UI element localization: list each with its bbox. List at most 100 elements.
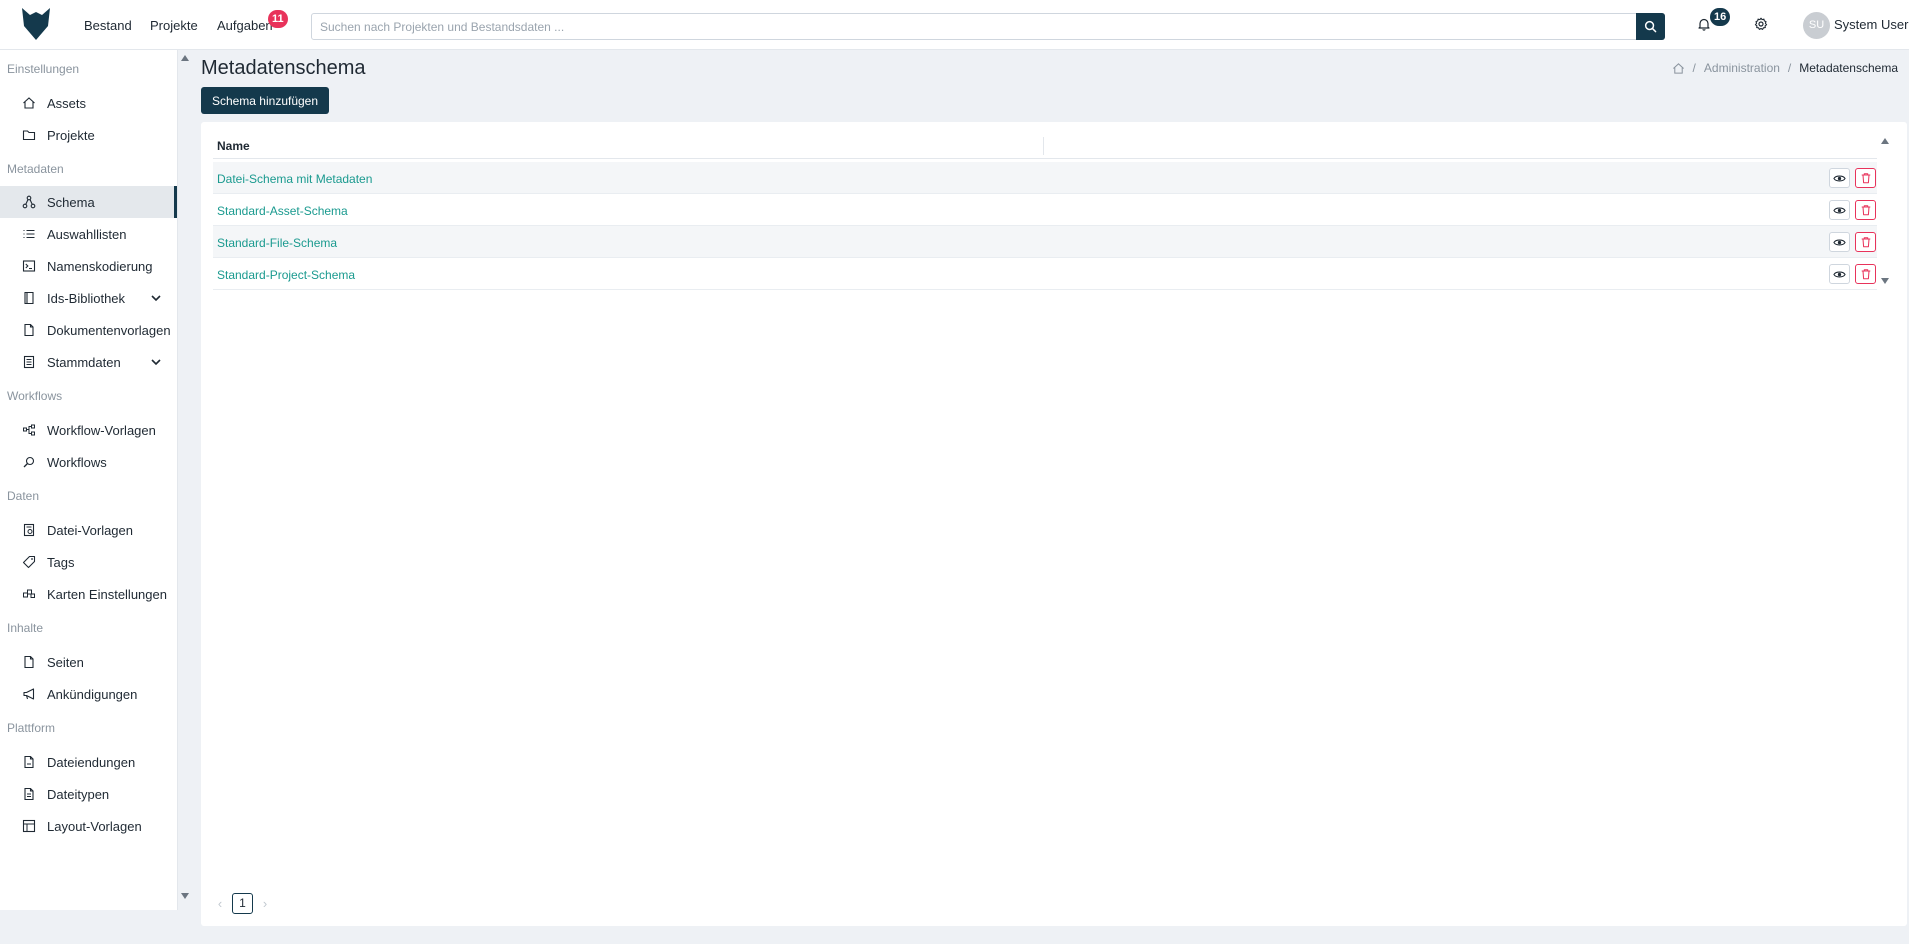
- column-header-name[interactable]: Name: [217, 139, 250, 153]
- sidebar-item-dateiendungen[interactable]: Dateiendungen: [0, 746, 177, 778]
- sidebar-item-label: Auswahllisten: [47, 227, 127, 242]
- table-scroll-up[interactable]: [1881, 138, 1889, 144]
- view-button[interactable]: [1829, 168, 1850, 188]
- settings-button[interactable]: [1751, 14, 1771, 34]
- table-scroll-down[interactable]: [1881, 278, 1889, 284]
- sidebar-item-namenskodierung[interactable]: Namenskodierung: [0, 250, 177, 282]
- database-icon: [23, 355, 35, 369]
- sidebar: Einstellungen Assets Projekte Metadaten …: [0, 50, 189, 910]
- table-row: Standard-Asset-Schema: [213, 194, 1877, 226]
- table-header: Name: [213, 133, 1877, 159]
- schema-link[interactable]: Datei-Schema mit Metadaten: [217, 172, 372, 186]
- chevron-down-icon[interactable]: [149, 355, 163, 369]
- search-bar: [311, 13, 1665, 40]
- file-type-icon: [24, 787, 34, 801]
- table-row: Standard-File-Schema: [213, 226, 1877, 258]
- nav-aufgaben[interactable]: Aufgaben: [217, 18, 273, 33]
- view-button[interactable]: [1829, 200, 1850, 220]
- sidebar-item-dateitypen[interactable]: Dateitypen: [0, 778, 177, 810]
- avatar[interactable]: SU: [1803, 12, 1830, 39]
- schema-link[interactable]: Standard-Project-Schema: [217, 268, 355, 282]
- page-icon: [24, 655, 34, 669]
- sidebar-item-label: Dokumentenvorlagen: [47, 323, 171, 338]
- schema-link[interactable]: Standard-File-Schema: [217, 236, 337, 250]
- sidebar-item-label: Karten Einstellungen: [47, 587, 167, 602]
- eye-icon: [1833, 271, 1846, 277]
- search-input[interactable]: [312, 14, 1636, 39]
- nav-bestand[interactable]: Bestand: [84, 18, 132, 33]
- home-icon: [23, 97, 35, 109]
- table-row: Standard-Project-Schema: [213, 258, 1877, 290]
- column-divider[interactable]: [1043, 137, 1044, 155]
- schema-link[interactable]: Standard-Asset-Schema: [217, 204, 348, 218]
- breadcrumb-separator: /: [1692, 61, 1696, 75]
- user-name[interactable]: System User: [1834, 17, 1908, 32]
- sidebar-item-workflow-vorlagen[interactable]: Workflow-Vorlagen: [0, 414, 177, 446]
- list-icon: [23, 229, 35, 239]
- sidebar-item-ankuendigungen[interactable]: Ankündigungen: [0, 678, 177, 710]
- sidebar-item-assets[interactable]: Assets: [0, 87, 177, 119]
- sidebar-item-label: Projekte: [47, 128, 95, 143]
- sidebar-scroll-down[interactable]: [181, 893, 189, 899]
- sidebar-item-label: Ids-Bibliothek: [47, 291, 126, 306]
- bell-icon: [1698, 18, 1710, 31]
- sidebar-section-inhalte: Inhalte: [7, 621, 44, 635]
- sidebar-item-label: Datei-Vorlagen: [47, 523, 133, 538]
- logo-icon[interactable]: [20, 6, 52, 42]
- trash-icon: [1861, 237, 1870, 248]
- sidebar-section-metadaten: Metadaten: [7, 162, 64, 176]
- tag-icon: [22, 555, 36, 569]
- gear-icon: [1754, 17, 1768, 30]
- home-icon[interactable]: [1672, 62, 1685, 75]
- sidebar-item-stammdaten[interactable]: Stammdaten: [0, 346, 177, 378]
- delete-button[interactable]: [1855, 232, 1876, 252]
- delete-button[interactable]: [1855, 200, 1876, 220]
- terminal-icon: [22, 260, 36, 272]
- view-button[interactable]: [1829, 264, 1850, 284]
- search-workflow-icon: [23, 456, 35, 468]
- trash-icon: [1861, 173, 1870, 184]
- sidebar-item-layout-vorlagen[interactable]: Layout-Vorlagen: [0, 810, 177, 842]
- folder-icon: [22, 130, 36, 141]
- sidebar-item-auswahllisten[interactable]: Auswahllisten: [0, 218, 177, 250]
- sidebar-item-schema[interactable]: Schema: [0, 186, 177, 218]
- book-icon: [24, 291, 34, 305]
- search-icon: [1644, 20, 1657, 33]
- breadcrumb-administration[interactable]: Administration: [1704, 61, 1780, 75]
- workflow-icon: [23, 424, 35, 436]
- eye-icon: [1833, 175, 1846, 181]
- tasks-count-badge: 11: [268, 10, 288, 28]
- layout-icon: [22, 819, 36, 833]
- sidebar-item-projekte[interactable]: Projekte: [0, 119, 177, 151]
- sidebar-item-seiten[interactable]: Seiten: [0, 646, 177, 678]
- file-extension-icon: [24, 755, 34, 769]
- view-button[interactable]: [1829, 232, 1850, 252]
- sidebar-item-tags[interactable]: Tags: [0, 546, 177, 578]
- sidebar-section-plattform: Plattform: [7, 721, 56, 735]
- table-row: Datei-Schema mit Metadaten: [213, 162, 1877, 194]
- sidebar-item-datei-vorlagen[interactable]: Datei-Vorlagen: [0, 514, 177, 546]
- next-page-button[interactable]: ›: [261, 896, 269, 911]
- sidebar-section-einstellungen: Einstellungen: [7, 62, 80, 76]
- sidebar-scroll-up[interactable]: [181, 55, 189, 61]
- chevron-down-icon[interactable]: [149, 291, 163, 305]
- sidebar-item-workflows[interactable]: Workflows: [0, 446, 177, 478]
- file-template-icon: [23, 523, 35, 537]
- page-title: Metadatenschema: [201, 57, 366, 79]
- trash-icon: [1861, 205, 1870, 216]
- sidebar-item-karten-einstellungen[interactable]: Karten Einstellungen: [0, 578, 177, 610]
- add-schema-button[interactable]: Schema hinzufügen: [201, 87, 329, 114]
- breadcrumb-separator: /: [1787, 61, 1792, 75]
- megaphone-icon: [23, 688, 35, 700]
- nav-projekte[interactable]: Projekte: [150, 18, 198, 33]
- delete-button[interactable]: [1855, 168, 1876, 188]
- sidebar-section-daten: Daten: [7, 489, 40, 503]
- delete-button[interactable]: [1855, 264, 1876, 284]
- sidebar-item-ids-bibliothek[interactable]: Ids-Bibliothek: [0, 282, 177, 314]
- prev-page-button[interactable]: ‹: [216, 896, 224, 911]
- sidebar-item-dokumentenvorlagen[interactable]: Dokumentenvorlagen: [0, 314, 177, 346]
- sidebar-item-label: Layout-Vorlagen: [47, 819, 142, 834]
- sidebar-item-label: Dateiendungen: [47, 755, 136, 770]
- search-button[interactable]: [1636, 13, 1665, 40]
- page-number-current[interactable]: 1: [232, 893, 253, 914]
